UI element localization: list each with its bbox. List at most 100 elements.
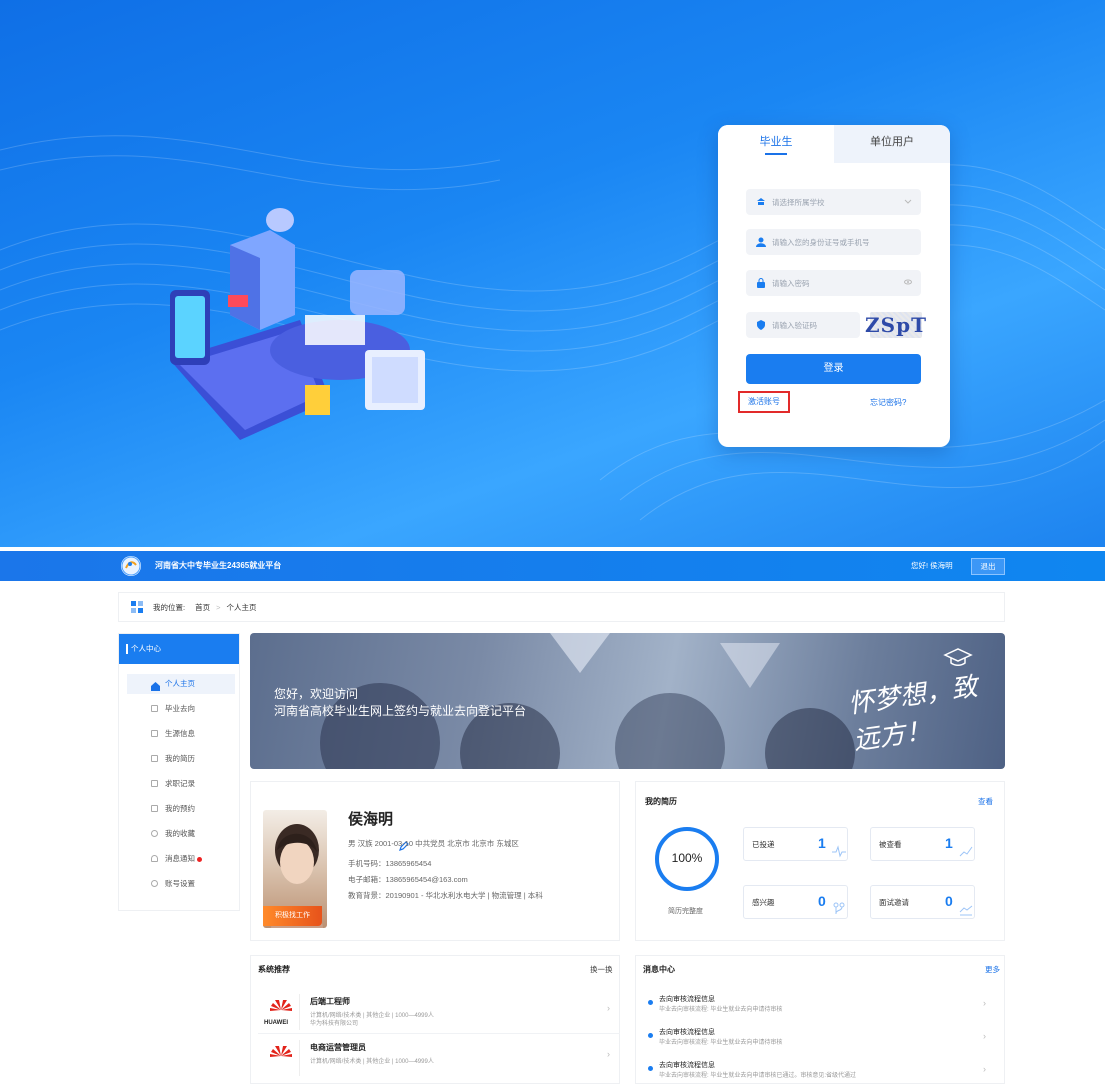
sidebar-item-settings[interactable]: 账号设置: [127, 874, 235, 894]
job-title: 后端工程师: [310, 997, 350, 1006]
login-tabs: 毕业生 单位用户: [718, 125, 950, 163]
breadcrumb-home[interactable]: 首页: [195, 602, 210, 613]
message-item[interactable]: 去向审核流程信息 毕业去向审核流程: 毕业生就业去向申请待审核 ›: [645, 992, 1000, 1020]
sidebar-item-home[interactable]: 个人主页: [127, 674, 235, 694]
branch-icon: [833, 902, 845, 914]
chevron-right-icon: ›: [983, 1064, 986, 1074]
chart-line-icon: [959, 905, 973, 916]
login-hero: 毕业生 单位用户 请选择所属学校 请输入您的身份证号或手机号 请输入密码 请输入…: [0, 0, 1105, 547]
breadcrumb-current: 个人主页: [226, 602, 257, 612]
document-icon: [151, 705, 158, 712]
resume-view-link[interactable]: 查看: [978, 796, 993, 807]
message-desc: 毕业去向审核流程: 毕业生就业去向申请待审核: [659, 1040, 783, 1046]
logo-text: HUAWEI: [264, 1020, 288, 1026]
school-select[interactable]: 请选择所属学校: [746, 189, 921, 215]
graduation-cap-icon: [943, 648, 973, 666]
message-item[interactable]: 去向审核流程信息 毕业去向审核流程: 毕业生就业去向申请待审核 ›: [645, 1025, 1000, 1053]
bullet-dot: [648, 1066, 653, 1071]
job-tags: 计算机/网络/技术类 | 其他企业 | 1000—4999人: [310, 1059, 434, 1065]
sidebar-item-label: 毕业去向: [165, 704, 195, 713]
list-icon: [151, 780, 158, 787]
stat-interview-invites[interactable]: 面试邀请 0: [870, 885, 975, 919]
sidebar-item-resume[interactable]: 我的简历: [127, 749, 235, 769]
resume-completeness-ring: 100%: [655, 827, 719, 891]
job-title: 电商运营管理员: [310, 1043, 366, 1052]
bank-icon: [756, 197, 766, 207]
captcha-placeholder: 请输入验证码: [772, 320, 817, 330]
stat-interested[interactable]: 感兴趣 0: [743, 885, 848, 919]
sidebar-item-label: 求职记录: [165, 779, 195, 788]
job-card[interactable]: 电商运营管理员 计算机/网络/技术类 | 其他企业 | 1000—4999人 ›: [258, 1034, 620, 1080]
stat-viewed[interactable]: 被查看 1: [870, 827, 975, 861]
tab-employer[interactable]: 单位用户: [834, 125, 950, 163]
site-logo[interactable]: [121, 556, 141, 576]
user-greeting: 您好! 侯海明: [911, 561, 953, 570]
stat-label: 面试邀请: [879, 898, 909, 907]
lock-icon: [756, 278, 766, 288]
login-button[interactable]: 登录: [746, 354, 921, 384]
gear-icon: [151, 880, 158, 887]
isometric-illustration: [170, 208, 425, 440]
star-icon: [151, 830, 158, 837]
unread-dot: [197, 856, 202, 862]
sidebar-item-job-records[interactable]: 求职记录: [127, 774, 235, 794]
banner-platform-name: 河南省高校毕业生网上签约与就业去向登记平台: [274, 704, 527, 718]
logout-button[interactable]: 退出: [971, 558, 1005, 575]
password-placeholder: 请输入密码: [772, 278, 810, 288]
job-company: 华为科技有限公司: [310, 1021, 359, 1027]
chevron-right-icon: ›: [607, 1003, 610, 1013]
huawei-logo: HUAWEI: [262, 994, 300, 1030]
welcome-banner: 您好，欢迎访问 河南省高校毕业生网上签约与就业去向登记平台 怀梦想，致远方！: [250, 633, 1005, 769]
stat-label: 被查看: [879, 840, 902, 849]
recommend-title: 系统推荐: [258, 965, 290, 974]
forgot-password-link[interactable]: 忘记密码?: [870, 397, 906, 408]
trend-icon: [959, 846, 973, 857]
sidebar-item-appointments[interactable]: 我的预约: [127, 799, 235, 819]
sidebar-item-destination[interactable]: 毕业去向: [127, 699, 235, 719]
chevron-right-icon: ›: [983, 1031, 986, 1041]
job-card[interactable]: HUAWEI 后端工程师 计算机/网络/技术类 | 其他企业 | 1000—49…: [258, 988, 620, 1034]
sidebar-item-label: 我的简历: [165, 754, 195, 763]
message-desc: 毕业去向审核流程: 毕业生就业去向申请审核已通过。审核意见:省级代通过: [659, 1073, 857, 1079]
home-icon: [151, 679, 160, 691]
stat-value: 0: [818, 893, 826, 909]
top-navbar: 河南省大中专毕业生24365就业平台 您好! 侯海明 退出: [0, 551, 1105, 581]
sidebar-item-label: 生源信息: [165, 729, 195, 738]
message-item[interactable]: 去向审核流程信息 毕业去向审核流程: 毕业生就业去向申请审核已通过。审核意见:省…: [645, 1058, 1000, 1086]
breadcrumb-separator: >: [216, 602, 221, 612]
refresh-link[interactable]: 换一换: [590, 964, 613, 975]
id-or-phone-input[interactable]: 请输入您的身份证号或手机号: [746, 229, 921, 255]
sidebar-item-label: 我的预约: [165, 804, 195, 813]
eye-icon[interactable]: [904, 278, 912, 286]
captcha-image[interactable]: ZSpT: [865, 312, 926, 338]
stat-delivered[interactable]: 已投递 1: [743, 827, 848, 861]
stat-value: 1: [945, 835, 953, 851]
document-icon: [151, 730, 158, 737]
login-card: 毕业生 单位用户 请选择所属学校 请输入您的身份证号或手机号 请输入密码 请输入…: [718, 125, 950, 447]
sidebar-item-favorites[interactable]: 我的收藏: [127, 824, 235, 844]
sidebar-item-notifications[interactable]: 消息通知: [127, 849, 235, 869]
breadcrumb-label: 我的位置:: [153, 602, 186, 612]
school-select-placeholder: 请选择所属学校: [772, 197, 825, 207]
more-messages-link[interactable]: 更多: [985, 964, 1000, 975]
resume-completeness-value: 100%: [671, 851, 703, 865]
job-seeking-status-badge: 积极找工作: [263, 906, 322, 926]
profile-education: 教育背景：20190901 - 华北水利水电大学 | 物流管理 | 本科: [348, 891, 543, 900]
resume-completeness-label: 简历完整度: [668, 908, 703, 915]
bullet-dot: [648, 1033, 653, 1038]
message-desc: 毕业去向审核流程: 毕业生就业去向申请待审核: [659, 1007, 783, 1013]
bell-icon: [151, 855, 158, 862]
breadcrumb: 我的位置: 首页 > 个人主页: [118, 592, 1005, 622]
sidebar-item-origin-info[interactable]: 生源信息: [127, 724, 235, 744]
tab-graduate[interactable]: 毕业生: [718, 125, 834, 163]
shield-icon: [756, 320, 766, 330]
password-input[interactable]: 请输入密码: [746, 270, 921, 296]
message-title: 去向审核流程信息: [659, 1062, 715, 1069]
stat-value: 0: [945, 893, 953, 909]
site-name: 河南省大中专毕业生24365就业平台: [155, 561, 282, 570]
message-title: 去向审核流程信息: [659, 1029, 715, 1036]
grid-icon: [131, 601, 143, 613]
captcha-input[interactable]: 请输入验证码: [746, 312, 860, 338]
activate-account-link[interactable]: 激活账号: [738, 391, 790, 413]
sidebar-item-label: 我的收藏: [165, 829, 195, 838]
